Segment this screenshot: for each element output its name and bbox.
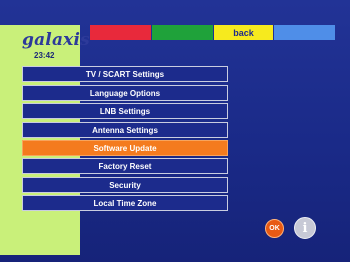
menu-item-tv-scart-settings[interactable]: TV / SCART Settings [22, 66, 228, 82]
menu-item-software-update[interactable]: Software Update [22, 140, 228, 156]
ok-button[interactable]: OK [265, 219, 284, 238]
green-key[interactable] [152, 25, 213, 40]
red-key[interactable] [90, 25, 151, 40]
tv-screen: galaxis 23:42 back TV / SCART Settings L… [0, 0, 350, 262]
clock-time: 23:42 [34, 51, 55, 60]
menu-item-language-options[interactable]: Language Options [22, 85, 228, 101]
back-key[interactable]: back [214, 25, 273, 40]
menu-item-security[interactable]: Security [22, 177, 228, 193]
blue-key[interactable] [274, 25, 335, 40]
menu-item-antenna-settings[interactable]: Antenna Settings [22, 122, 228, 138]
menu-item-lnb-settings[interactable]: LNB Settings [22, 103, 228, 119]
menu-item-factory-reset[interactable]: Factory Reset [22, 158, 228, 174]
info-icon[interactable]: i [294, 217, 316, 239]
brand-logo: galaxis [22, 30, 90, 50]
menu-item-local-time-zone[interactable]: Local Time Zone [22, 195, 228, 211]
